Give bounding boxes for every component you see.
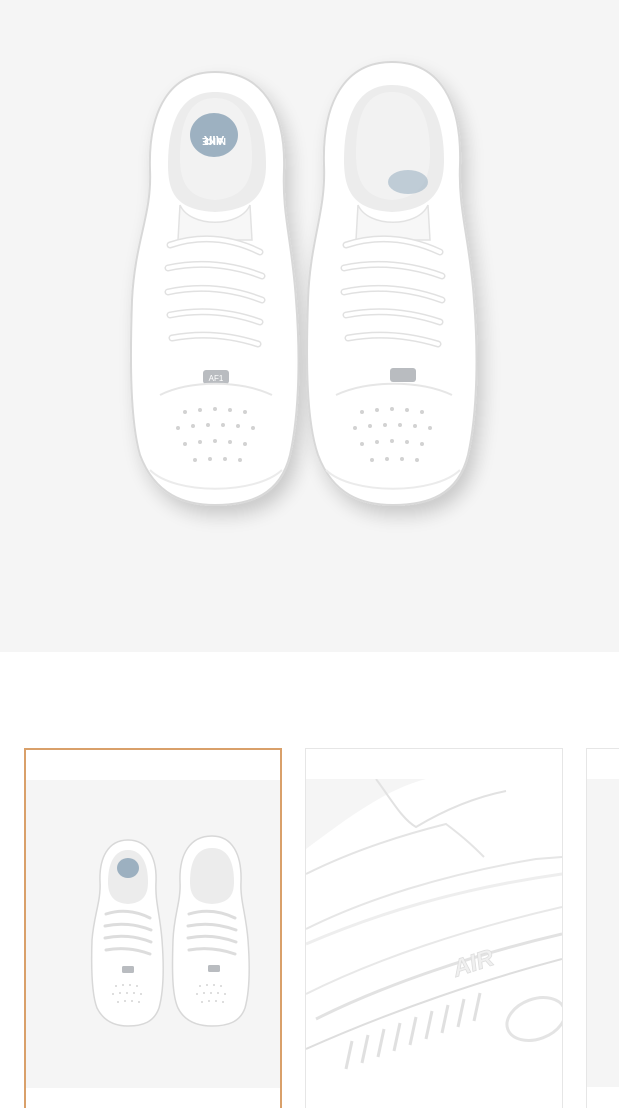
thumbnail-1-image (26, 780, 280, 1088)
thumbnail-1-shoes (90, 835, 250, 1027)
thumbnail-3-image (587, 779, 619, 1087)
thumb-right-shoe (171, 835, 250, 1027)
left-tongue-label-air: AIR (203, 133, 224, 147)
thumb-left-shoe (90, 839, 164, 1027)
product-page: NIKE AIR AF1 AIR (0, 0, 619, 1108)
right-aglet (390, 368, 416, 382)
right-shoe (306, 60, 478, 507)
thumbnail-2[interactable]: AIR (305, 748, 563, 1108)
thumbnail-2-image: AIR (306, 779, 562, 1087)
main-shoes-illustration: NIKE AIR AF1 (129, 60, 478, 507)
left-shoe: NIKE AIR AF1 (129, 70, 300, 507)
thumbnail-2-heel: AIR (306, 779, 562, 1087)
thumbnail-strip[interactable]: AIR (0, 748, 619, 1108)
thumbnail-3[interactable] (586, 748, 619, 1108)
left-aglet-text: AF1 (209, 374, 224, 383)
thumbnail-1[interactable] (24, 748, 282, 1108)
main-product-image[interactable]: NIKE AIR AF1 (0, 0, 619, 652)
